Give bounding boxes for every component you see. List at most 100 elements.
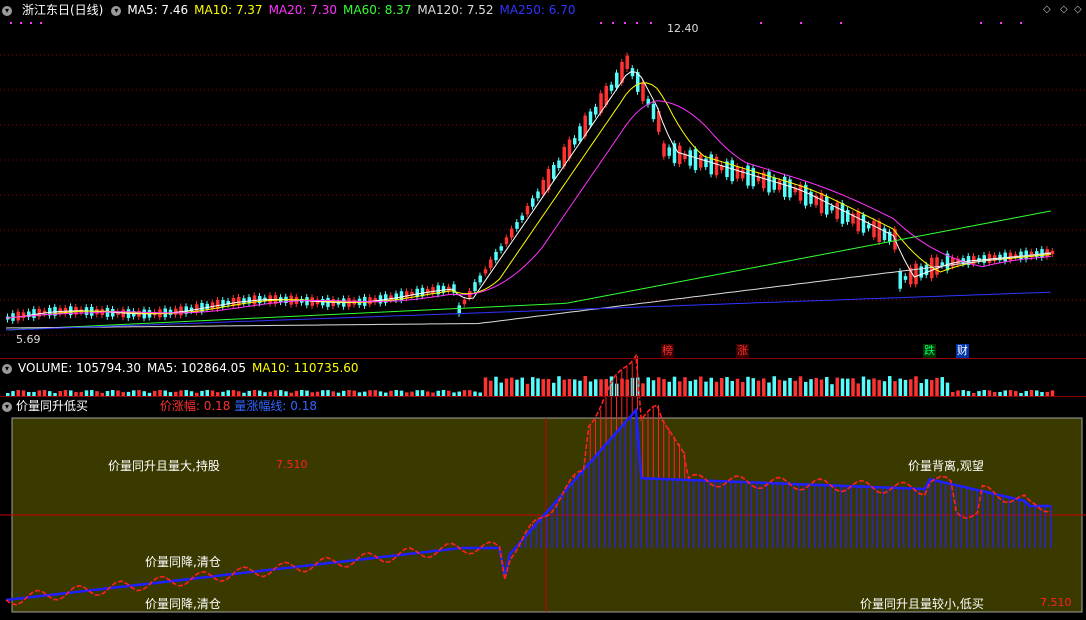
indicator-menu-icon[interactable]: ▾ [2,401,12,412]
candle-body [1003,252,1007,262]
panel-divider[interactable] [0,358,1086,359]
candle-body [919,266,923,278]
candle-body [982,255,986,263]
candle-body [872,220,876,238]
label-watch: 价量背离,观望 [908,459,984,473]
candle-body [940,262,944,266]
ma-indicator-4: MA120: 7.52 [417,3,494,17]
volume-bar [693,379,698,396]
candle-body [777,180,782,190]
volume-bar [762,378,766,396]
volume-bar [494,376,498,396]
volume-bar [819,379,824,396]
candle-body [867,224,871,229]
volume-bar [930,380,934,396]
value-left: 7.510 [276,458,308,471]
volume-bar [651,380,656,396]
volume-bar [798,376,803,396]
top-marker-dot [840,22,842,24]
label-clear-mid: 价量同降,清仓 [145,555,221,569]
panel-divider[interactable] [0,396,1086,397]
indicator-header: ▾ 价量同升低买 价涨幅: 0.18 量涨幅线: 0.18 [0,398,1086,414]
candle-body [877,221,881,242]
volume-bar [903,379,908,396]
candle-body [242,298,246,304]
volume-bar [667,381,671,396]
top-marker-dot [624,22,626,24]
candle-body [767,171,771,193]
candle-body [798,184,803,201]
ma-indicator-2: MA20: 7.30 [268,3,337,17]
label-hold: 价量同升且量大,持股 [108,459,220,473]
candle-body [772,177,776,190]
candle-body [594,106,598,115]
volume-bar [945,382,950,396]
volume-bar [861,376,866,396]
volume-bar [489,380,493,396]
candle-body [473,282,477,292]
volume-indicator-0: VOLUME: 105794.30 [18,361,141,375]
candle-body [210,302,215,309]
event-tag-1[interactable]: 涨 [736,344,749,358]
volume-bar [720,377,724,396]
candle-body [504,237,509,245]
volume-bar [578,380,582,396]
volume-bar [835,377,839,396]
volume-bar [714,381,719,396]
volume-bar [678,381,682,396]
candle-body [856,211,860,232]
candle-body [699,154,703,168]
panel-menu-icon[interactable]: ▾ [2,5,12,16]
volume-bar [499,382,503,396]
candle-body [478,275,482,283]
candle-body [510,228,514,238]
volume-bar [725,377,729,396]
candle-body [1024,250,1028,260]
chart-canvas [0,22,1086,613]
volume-bar [562,379,566,396]
top-marker-dot [612,22,614,24]
event-tag-3[interactable]: 财 [956,344,969,358]
volume-bar [735,378,740,396]
ma60-line [5,210,1051,331]
volume-bar [741,382,745,396]
candle-body [541,179,545,195]
event-tag-2[interactable]: 跌 [923,344,936,358]
top-marker-dot [10,22,12,24]
volume-bar [867,379,871,396]
volume-bar [877,379,881,396]
volume-bar [846,378,850,396]
indicator-name: 价量同升低买 [16,399,89,413]
candle-body [688,150,692,166]
candle-body [609,84,614,91]
volume-bar [552,382,556,396]
volume-bar [882,381,887,396]
top-marker-dot [1020,22,1022,24]
candle-body [588,111,593,126]
ma-indicator-5: MA250: 6.70 [499,3,576,17]
candle-body [489,259,493,268]
ma-indicator-1: MA10: 7.37 [194,3,263,17]
candle-body [625,55,629,69]
volume-bar [898,378,902,396]
volume-bar [809,379,813,396]
candle-body [741,169,745,179]
volume-bar [536,378,540,396]
volume-menu-icon[interactable]: ▾ [2,363,12,374]
candle-body [221,299,225,308]
ma-menu-icon[interactable]: ▾ [111,5,122,16]
candle-body [552,164,556,179]
volume-bar [510,377,514,396]
volume-bar [772,376,776,396]
volume-bar [662,379,666,396]
volume-bar [830,384,834,396]
volume-bar [583,376,587,396]
volume-bar [688,381,692,396]
event-tag-0[interactable]: 榜 [661,344,674,358]
volume-bar [940,377,944,396]
volume-bar [893,381,897,396]
candle-body [32,309,36,318]
candle-body [615,72,619,88]
candle-body [378,295,383,304]
candle-body [746,165,750,186]
